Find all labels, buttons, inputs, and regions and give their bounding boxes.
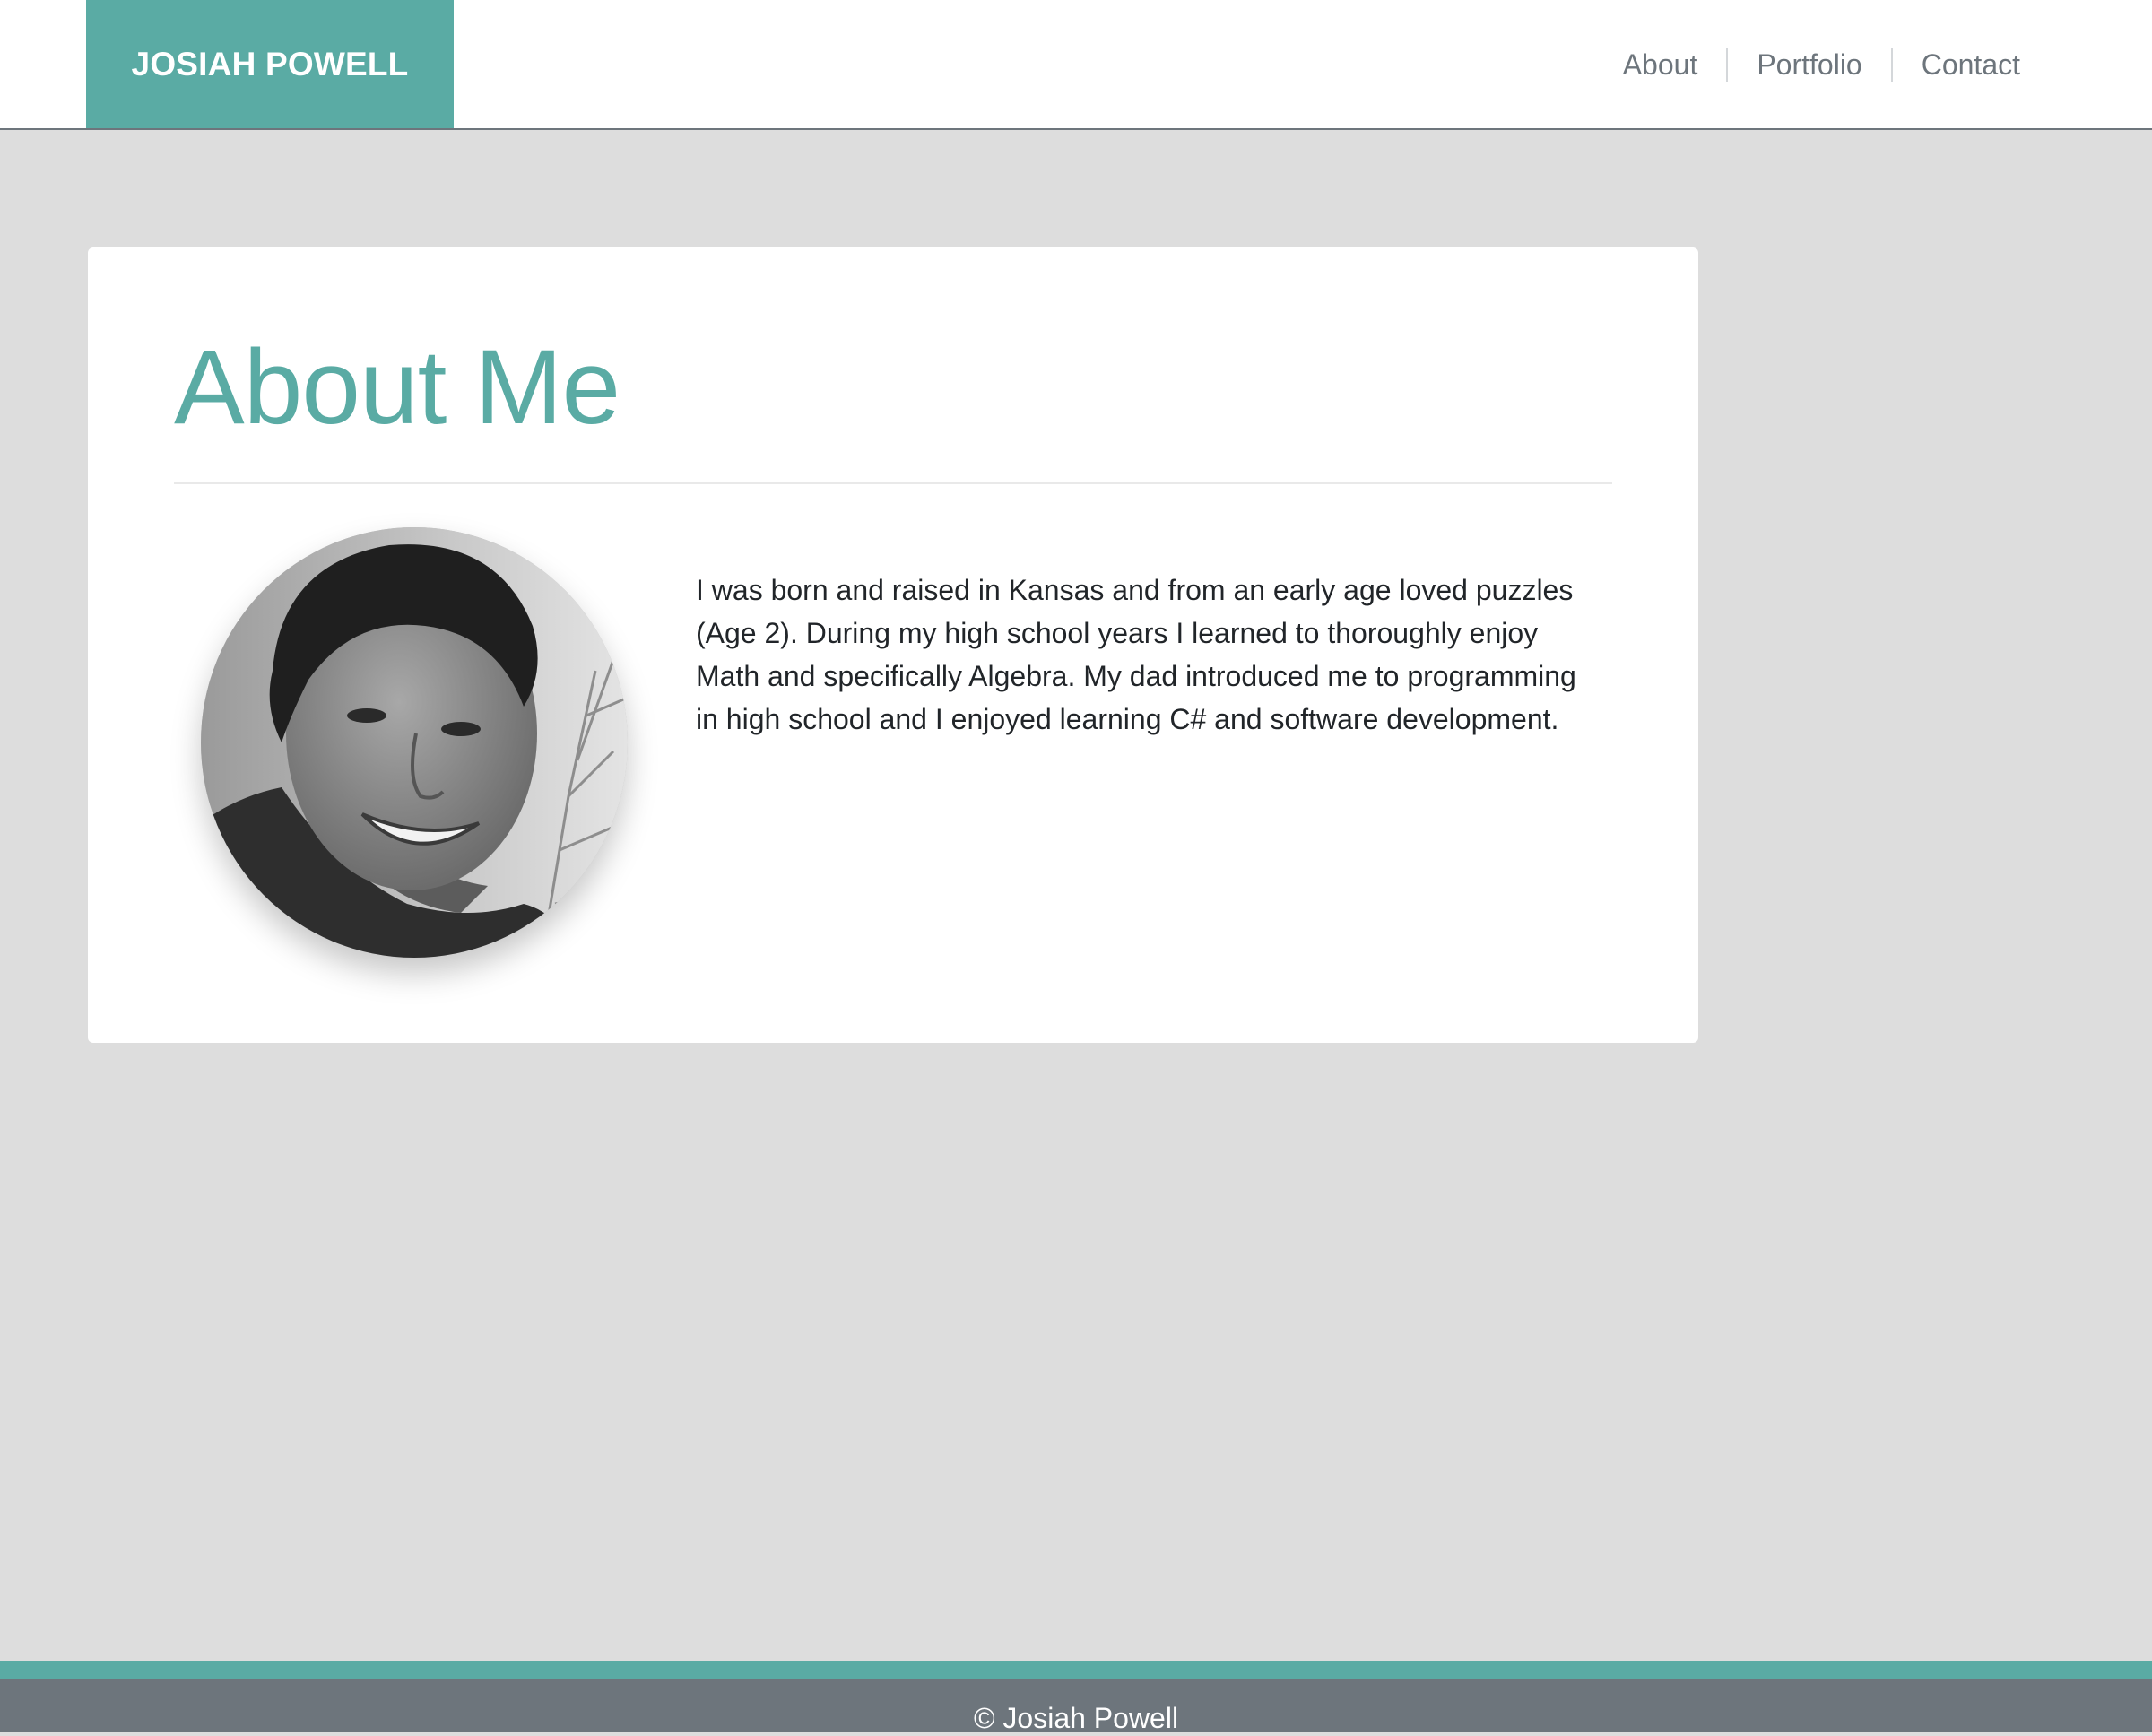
footer-copyright: © Josiah Powell <box>973 1702 1179 1734</box>
nav-link-about[interactable]: About <box>1594 47 1729 82</box>
nav-link-portfolio[interactable]: Portfolio <box>1728 47 1893 82</box>
profile-photo-graphic <box>201 527 628 958</box>
about-bio-text: I was born and raised in Kansas and from… <box>696 574 1576 735</box>
nav-links: About Portfolio Contact <box>1594 0 2020 128</box>
about-title: About Me <box>174 328 620 447</box>
footer-accent-bar <box>0 1661 2152 1679</box>
profile-photo <box>201 527 628 958</box>
title-divider <box>174 482 1612 484</box>
brand-logo-link[interactable]: JOSIAH POWELL <box>86 0 454 128</box>
about-card: About Me I was born and raised in Kansas… <box>88 247 1698 1043</box>
nav-link-contact[interactable]: Contact <box>1893 48 2020 82</box>
navbar: JOSIAH POWELL About Portfolio Contact <box>0 0 2152 130</box>
footer: © Josiah Powell <box>0 1679 2152 1734</box>
